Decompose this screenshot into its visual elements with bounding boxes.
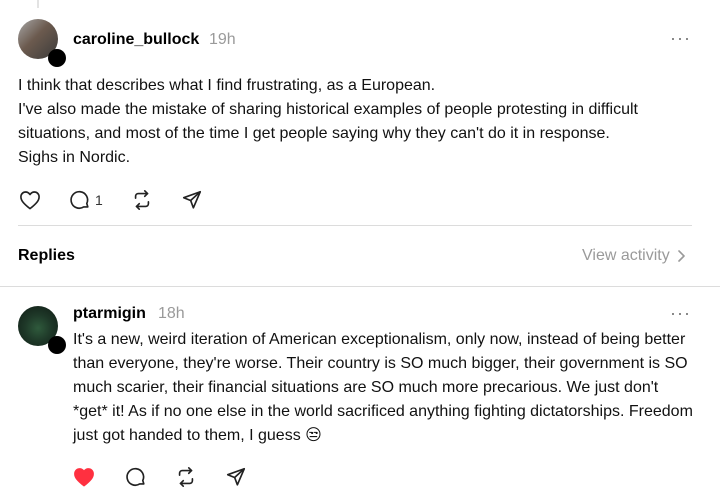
repost-icon (175, 466, 197, 488)
reply-count: 1 (95, 192, 103, 208)
replies-heading: Replies (18, 247, 75, 264)
follow-plus-icon[interactable]: + (48, 336, 66, 354)
more-icon[interactable]: ··· (670, 303, 691, 324)
post-timestamp[interactable]: 19h (209, 31, 236, 49)
follow-plus-icon[interactable]: + (48, 49, 66, 67)
post-actions: 1 (19, 189, 231, 211)
comment-icon (125, 466, 147, 488)
like-button[interactable] (19, 190, 41, 210)
post-text: I think that describes what I find frust… (18, 77, 638, 166)
reply-text: It's a new, weird iteration of American … (73, 331, 693, 444)
view-activity-label: View activity (582, 247, 670, 264)
reply-timestamp[interactable]: 18h (158, 305, 185, 323)
view-activity-link[interactable]: View activity (582, 247, 686, 265)
comment-button[interactable]: 1 (69, 189, 103, 211)
share-button[interactable] (225, 466, 247, 488)
comment-icon (69, 189, 91, 211)
thread-line (37, 0, 39, 8)
like-button[interactable] (73, 467, 95, 487)
repost-icon (131, 189, 153, 211)
post-username[interactable]: caroline_bullock (73, 31, 199, 49)
divider (0, 286, 720, 287)
share-button[interactable] (181, 189, 203, 211)
comment-button[interactable] (125, 466, 147, 488)
reply-avatar-wrap[interactable]: + (18, 306, 66, 354)
heart-icon (19, 190, 41, 210)
share-icon (225, 466, 247, 488)
repost-button[interactable] (175, 466, 197, 488)
more-icon[interactable]: ··· (670, 28, 691, 49)
reply-username[interactable]: ptarmigin (73, 305, 146, 323)
chevron-right-icon (676, 249, 686, 263)
divider (18, 225, 692, 226)
heart-icon (73, 467, 95, 487)
post-avatar-wrap[interactable]: + (18, 19, 66, 67)
repost-button[interactable] (131, 189, 153, 211)
share-icon (181, 189, 203, 211)
reply-actions (73, 466, 275, 488)
